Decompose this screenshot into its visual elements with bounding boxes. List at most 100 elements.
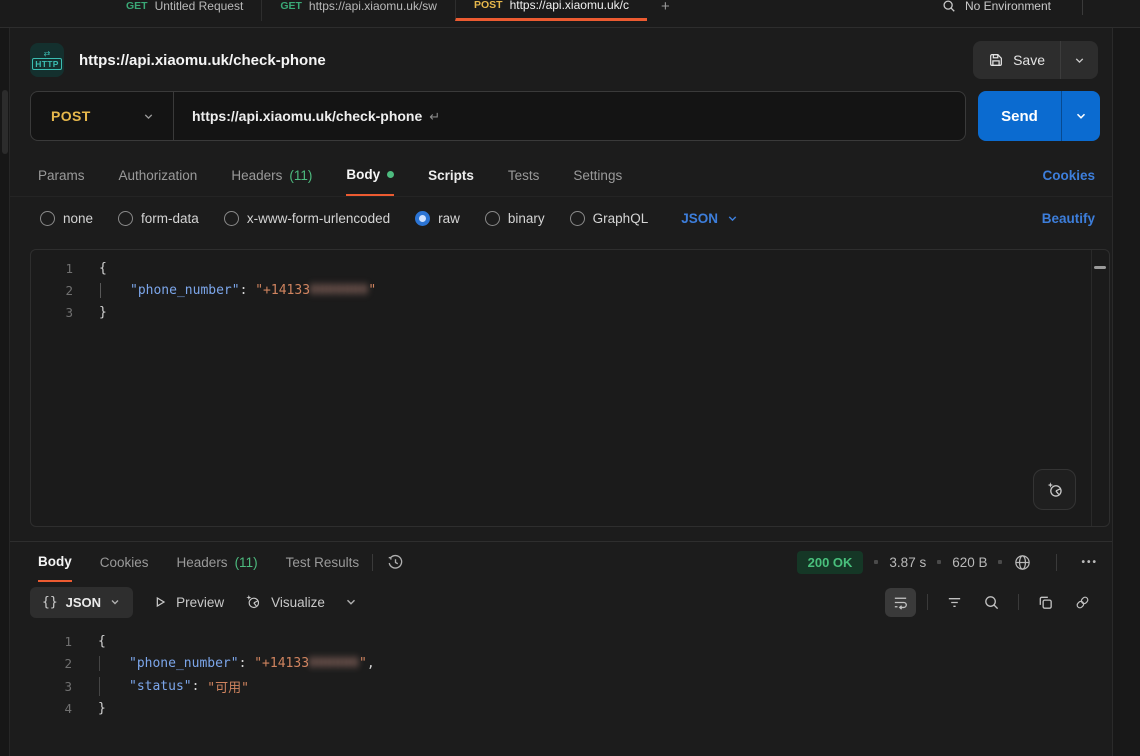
filter-icon [946,594,963,611]
url-input[interactable]: https://api.xiaomu.uk/check-phone↵ [174,108,440,125]
radio-graphql[interactable]: GraphQL [570,211,649,226]
response-tab-cookies[interactable]: Cookies [100,542,149,582]
response-tab-headers[interactable]: Headers (11) [177,542,258,582]
tab-tests[interactable]: Tests [508,155,540,196]
method-badge-post: POST [474,0,503,11]
response-body-viewer[interactable]: 1 { 2 "phone_number": "+14133000000", 3 … [0,622,1140,720]
request-tab-label: Untitled Request [155,0,244,13]
status-badge[interactable]: 200 OK [797,551,864,574]
save-options-button[interactable] [1061,41,1098,79]
divider [1082,0,1083,15]
radio-circle-selected [415,211,430,226]
response-tab-test-results[interactable]: Test Results [286,542,360,582]
request-tab-label: https://api.xiaomu.uk/c [510,0,629,12]
globe-network-icon[interactable] [1013,553,1032,572]
radio-circle [224,211,239,226]
divider [372,554,373,571]
preview-button[interactable]: Preview [152,594,224,610]
radio-raw[interactable]: raw [415,211,460,226]
history-clock-icon [386,553,405,572]
cookies-link[interactable]: Cookies [1042,168,1095,183]
tab-body[interactable]: Body [346,155,394,196]
request-tab-untitled[interactable]: GET Untitled Request [108,0,261,21]
tab-params[interactable]: Params [38,155,85,196]
divider [927,594,928,610]
body-type-row: none form-data x-www-form-urlencoded raw… [0,197,1140,239]
postbot-ai-button[interactable] [1033,469,1076,510]
headers-count: (11) [289,168,312,183]
braces-icon: {} [42,595,58,610]
send-options-button[interactable] [1062,91,1100,141]
send-button[interactable]: Send [978,91,1061,141]
json-value: "+14133 [254,656,309,671]
line-number: 1 [31,261,73,276]
http-request-icon: ⇄ HTTP [30,43,64,77]
beautify-link[interactable]: Beautify [1042,211,1095,226]
line-number: 3 [31,305,73,320]
radio-circle [118,211,133,226]
search-icon[interactable] [942,0,956,13]
copy-response-button[interactable] [1030,588,1061,617]
line-number: 2 [31,283,73,298]
code-line: 2 "phone_number": "+14133000000", [30,653,1140,676]
tab-authorization[interactable]: Authorization [119,155,198,196]
visualize-sparkle-icon [243,592,263,612]
wrap-text-button[interactable] [885,588,916,617]
method-dropdown[interactable]: POST [31,108,173,124]
history-button[interactable] [386,553,405,572]
redacted-digits: 000000 [309,656,359,671]
collapse-toolbar-button[interactable] [344,595,358,609]
save-label: Save [1013,52,1045,68]
code-line: 2 "phone_number": "+141330000000" [31,279,1109,301]
request-body-editor[interactable]: 1 { 2 "phone_number": "+141330000000" 3 … [30,249,1110,527]
line-number: 1 [30,634,72,649]
enter-hint: ↵ [429,109,440,124]
response-headers-count: (11) [235,555,258,570]
radio-circle [485,211,500,226]
save-button-group: Save [973,41,1098,79]
new-tab-button[interactable]: + [647,0,684,21]
response-size[interactable]: 620 B [952,555,987,570]
request-tab-label: https://api.xiaomu.uk/sw [309,0,437,13]
visualize-button[interactable]: Visualize [243,592,325,612]
environment-selector[interactable]: No Environment [965,0,1051,13]
request-tab-2[interactable]: GET https://api.xiaomu.uk/sw [261,0,455,21]
radio-binary[interactable]: binary [485,211,545,226]
dot-separator [998,560,1002,564]
left-sidebar-handle[interactable] [2,90,8,154]
save-icon [988,52,1004,68]
send-button-group: Send [978,91,1100,141]
response-tab-body[interactable]: Body [38,542,72,582]
response-header: Body Cookies Headers (11) Test Results 2… [0,542,1140,582]
postbot-sparkle-icon [1044,479,1066,501]
wrap-text-icon [892,594,909,611]
response-format-dropdown[interactable]: {} JSON [30,587,133,618]
editor-scrollbar-thumb[interactable] [1094,266,1106,269]
tab-scripts[interactable]: Scripts [428,155,474,196]
radio-x-www-form-urlencoded[interactable]: x-www-form-urlencoded [224,211,390,226]
raw-format-dropdown[interactable]: JSON [681,211,739,226]
dot-separator [874,560,878,564]
response-time[interactable]: 3.87 s [889,555,926,570]
more-options-button[interactable]: ••• [1081,557,1098,568]
save-button[interactable]: Save [973,41,1060,79]
search-response-button[interactable] [976,588,1007,617]
code-line: 3 "status": "可用" [30,675,1140,698]
left-sidebar-edge [0,28,10,756]
tab-headers[interactable]: Headers (11) [231,155,312,196]
json-value: "+14133 [255,283,310,298]
line-number: 3 [30,679,72,694]
request-tab-active[interactable]: POST https://api.xiaomu.uk/c [455,0,647,21]
code-line: 1 { [30,630,1140,653]
code-line: 4 } [30,698,1140,721]
radio-circle [570,211,585,226]
indent-guide [100,283,101,298]
link-response-button[interactable] [1067,588,1098,617]
radio-none[interactable]: none [40,211,93,226]
indent-guide [99,656,100,671]
filter-button[interactable] [939,588,970,617]
request-tabs: Params Authorization Headers (11) Body S… [0,155,1140,197]
tab-settings[interactable]: Settings [573,155,622,196]
radio-form-data[interactable]: form-data [118,211,199,226]
chevron-down-icon [142,110,155,123]
